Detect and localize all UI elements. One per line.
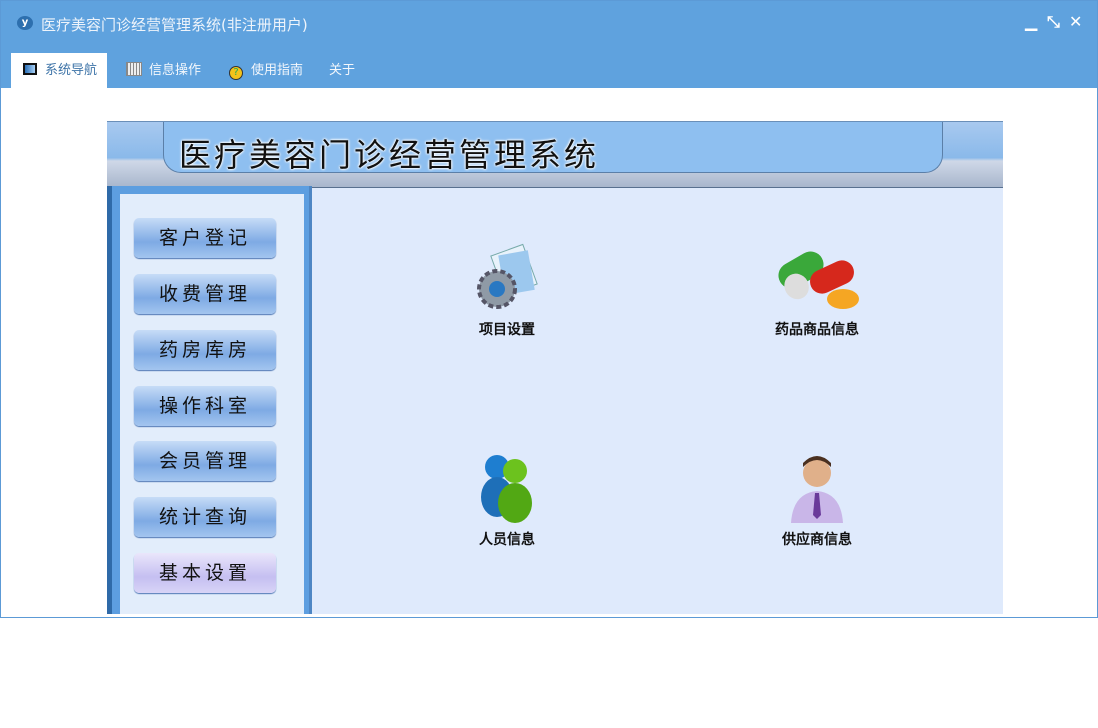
main-panel: 医疗美容门诊经营管理系统 客户登记 收费管理 药房库房 操作科室 会员管理 统计…: [107, 121, 1003, 614]
settings-gear-icon: [477, 243, 538, 309]
grid-icon: [126, 62, 142, 76]
tab-label: 关于: [329, 63, 356, 78]
title-bar: y 医疗美容门诊经营管理系统(非注册用户) ▁ ⤡ ✕: [1, 1, 1097, 45]
menu-operating-dept[interactable]: 操作科室: [134, 386, 276, 426]
tile-drug-info[interactable]: 药品商品信息: [737, 243, 897, 339]
pills-icon: [778, 251, 859, 309]
header-title: 医疗美容门诊经营管理系统: [179, 136, 600, 174]
tab-guide[interactable]: ? 使用指南: [217, 53, 313, 88]
menu-customer-registration[interactable]: 客户登记: [134, 218, 276, 258]
tile-label: 药品商品信息: [775, 322, 859, 338]
tile-supplier[interactable]: 供应商信息: [737, 453, 897, 549]
people-icon: [481, 455, 532, 523]
monitor-icon: [23, 63, 37, 75]
window-title: 医疗美容门诊经营管理系统(非注册用户): [41, 16, 308, 34]
app-logo-icon: y: [17, 16, 33, 30]
divider: [309, 186, 312, 614]
menu-basic-settings[interactable]: 基本设置: [134, 553, 276, 593]
tab-label: 系统导航: [45, 63, 98, 78]
app-header: 医疗美容门诊经营管理系统: [107, 121, 1003, 188]
tile-label: 供应商信息: [782, 532, 852, 548]
app-window: y 医疗美容门诊经营管理系统(非注册用户) ▁ ⤡ ✕ 系统导航 信息操作 ? 使…: [0, 0, 1098, 618]
tab-about[interactable]: 关于: [317, 53, 365, 88]
tab-info-ops[interactable]: 信息操作: [115, 53, 211, 88]
tile-personnel[interactable]: 人员信息: [427, 453, 587, 549]
tab-system-nav[interactable]: 系统导航: [11, 53, 108, 88]
tile-project-settings[interactable]: 项目设置: [427, 243, 587, 339]
tab-bar: 系统导航 信息操作 ? 使用指南 关于: [1, 45, 1097, 88]
menu-membership[interactable]: 会员管理: [134, 441, 276, 481]
help-icon: ?: [229, 66, 243, 80]
tab-label: 使用指南: [251, 63, 304, 78]
menu-pharmacy[interactable]: 药房库房: [134, 330, 276, 370]
tile-label: 项目设置: [479, 322, 535, 338]
supplier-person-icon: [791, 456, 843, 523]
tab-label: 信息操作: [149, 63, 202, 78]
tile-label: 人员信息: [479, 532, 535, 548]
restore-button[interactable]: ⤡: [1047, 12, 1060, 32]
close-button[interactable]: ✕: [1069, 12, 1082, 31]
minimize-button[interactable]: ▁: [1025, 12, 1037, 31]
menu-statistics[interactable]: 统计查询: [134, 497, 276, 537]
menu-billing[interactable]: 收费管理: [134, 274, 276, 314]
